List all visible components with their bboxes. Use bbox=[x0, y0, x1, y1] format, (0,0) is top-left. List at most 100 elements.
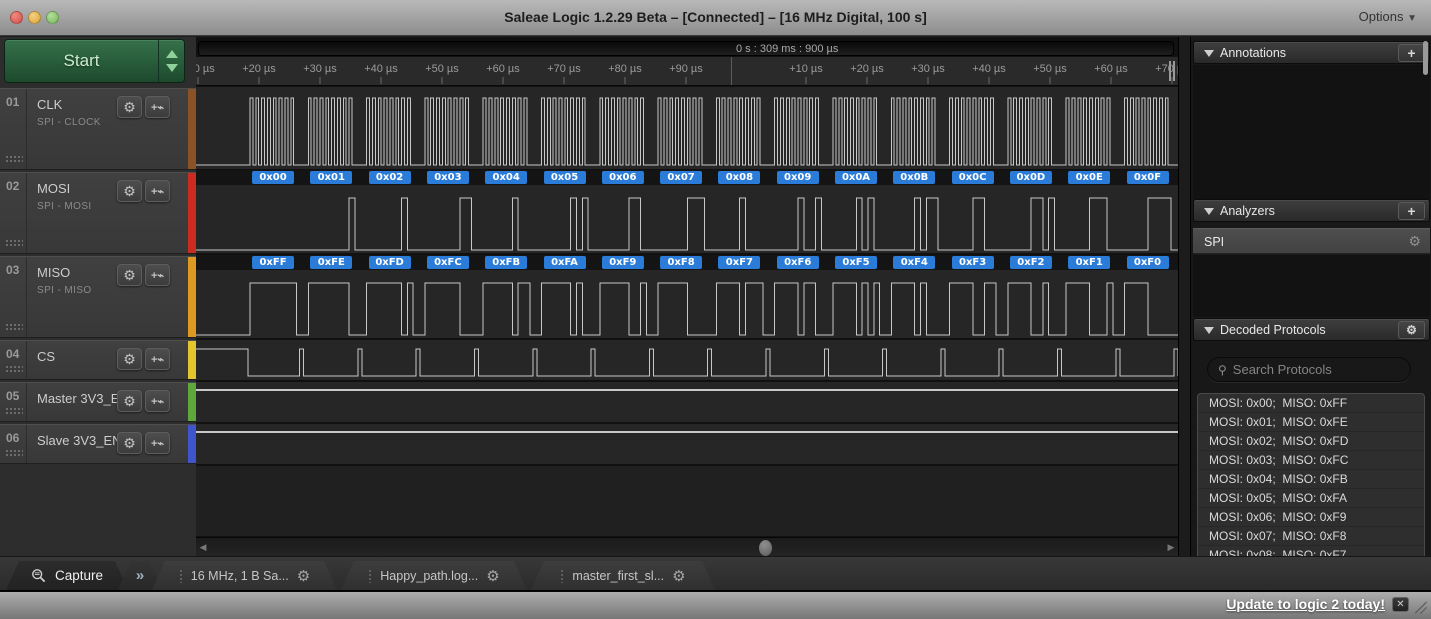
drag-grip-dots[interactable] bbox=[5, 239, 23, 246]
drag-grip-dots[interactable] bbox=[5, 155, 23, 162]
wave-row-master-3v3-en[interactable] bbox=[196, 382, 1178, 422]
add-analyzer-button[interactable]: + bbox=[1398, 202, 1425, 220]
horizontal-scrollbar[interactable]: ◀ ▶ bbox=[196, 537, 1178, 557]
decoded-row-4[interactable]: MOSI: 0x04; MISO: 0xFB bbox=[1198, 470, 1424, 489]
tab-file-1[interactable]: Happy_path.log...⚙ bbox=[341, 561, 527, 590]
channel-row-mosi[interactable]: 02MOSISPI - MOSI⚙+⌁ bbox=[0, 172, 196, 254]
mosi-byte-annotation[interactable]: 0x0C bbox=[952, 171, 994, 184]
miso-byte-annotation[interactable]: 0xF1 bbox=[1068, 256, 1110, 269]
channel-trigger-button[interactable]: +⌁ bbox=[145, 432, 170, 454]
gear-icon[interactable]: ⚙ bbox=[1408, 233, 1421, 250]
channel-row-master-3v3-en[interactable]: 05Master 3V3_EN⚙+⌁ bbox=[0, 382, 196, 422]
wave-row-mosi[interactable] bbox=[196, 185, 1178, 253]
tab-drag-grip[interactable] bbox=[179, 569, 183, 583]
miso-byte-annotation[interactable]: 0xF7 bbox=[718, 256, 760, 269]
decoded-protocols-gear-button[interactable]: ⚙ bbox=[1398, 321, 1425, 339]
timeline-ruler[interactable]: 0 s : 309 ms : 900 µs bbox=[198, 41, 1174, 56]
channel-row-cs[interactable]: 04CS⚙+⌁ bbox=[0, 340, 196, 380]
miso-byte-annotation[interactable]: 0xFE bbox=[310, 256, 352, 269]
tab-file-2[interactable]: master_first_sl...⚙ bbox=[531, 561, 715, 590]
drag-grip-dots[interactable] bbox=[5, 365, 23, 372]
decoded-protocols-section-header[interactable]: Decoded Protocols ⚙ bbox=[1193, 318, 1430, 341]
channel-settings-button[interactable]: ⚙ bbox=[117, 390, 142, 412]
miso-byte-annotation[interactable]: 0xFD bbox=[369, 256, 411, 269]
mosi-byte-annotation[interactable]: 0x00 bbox=[252, 171, 294, 184]
waveform-viewport[interactable]: 0 s : 309 ms : 900 µs +10 µs+20 µs+30 µs… bbox=[196, 37, 1178, 592]
tab-drag-grip[interactable] bbox=[560, 569, 564, 583]
channel-settings-button[interactable]: ⚙ bbox=[117, 348, 142, 370]
gear-icon[interactable]: ⚙ bbox=[672, 567, 685, 585]
miso-byte-annotation[interactable]: 0xFA bbox=[544, 256, 586, 269]
tab-file-0[interactable]: 16 MHz, 1 B Sa...⚙ bbox=[152, 561, 337, 590]
channel-row-slave-3v3-en[interactable]: 06Slave 3V3_EN⚙+⌁ bbox=[0, 424, 196, 464]
miso-byte-annotation[interactable]: 0xFF bbox=[252, 256, 294, 269]
miso-byte-annotation[interactable]: 0xFB bbox=[485, 256, 527, 269]
decoded-row-6[interactable]: MOSI: 0x06; MISO: 0xF9 bbox=[1198, 508, 1424, 527]
search-protocols-input[interactable]: ⚲ Search Protocols bbox=[1207, 357, 1411, 382]
wave-row-clk[interactable] bbox=[196, 87, 1178, 169]
update-to-logic2-link[interactable]: Update to logic 2 today! bbox=[1226, 596, 1385, 612]
channel-settings-button[interactable]: ⚙ bbox=[117, 180, 142, 202]
channel-trigger-button[interactable]: +⌁ bbox=[145, 348, 170, 370]
channel-settings-button[interactable]: ⚙ bbox=[117, 264, 142, 286]
disclosure-triangle-icon[interactable] bbox=[1204, 327, 1214, 334]
channel-settings-button[interactable]: ⚙ bbox=[117, 432, 142, 454]
mosi-byte-annotation[interactable]: 0x0E bbox=[1068, 171, 1110, 184]
miso-byte-annotation[interactable]: 0xF5 bbox=[835, 256, 877, 269]
miso-byte-annotation[interactable]: 0xF0 bbox=[1127, 256, 1169, 269]
options-menu[interactable]: Options ▼ bbox=[1359, 9, 1417, 24]
miso-byte-annotation[interactable]: 0xF2 bbox=[1010, 256, 1052, 269]
vertical-scrollbar[interactable] bbox=[1178, 37, 1190, 592]
drag-grip-dots[interactable] bbox=[5, 407, 23, 414]
mosi-byte-annotation[interactable]: 0x0F bbox=[1127, 171, 1169, 184]
tab-drag-grip[interactable] bbox=[368, 569, 372, 583]
analyzer-item-spi[interactable]: SPI ⚙ bbox=[1193, 228, 1430, 254]
analyzers-section-header[interactable]: Analyzers + bbox=[1193, 199, 1430, 222]
channel-trigger-button[interactable]: +⌁ bbox=[145, 264, 170, 286]
drag-grip-dots[interactable] bbox=[5, 449, 23, 456]
mosi-byte-annotation[interactable]: 0x0D bbox=[1010, 171, 1052, 184]
decoded-row-2[interactable]: MOSI: 0x02; MISO: 0xFD bbox=[1198, 432, 1424, 451]
mosi-byte-annotation[interactable]: 0x02 bbox=[369, 171, 411, 184]
miso-byte-annotation[interactable]: 0xF4 bbox=[893, 256, 935, 269]
channel-row-miso[interactable]: 03MISOSPI - MISO⚙+⌁ bbox=[0, 256, 196, 338]
channel-settings-button[interactable]: ⚙ bbox=[117, 96, 142, 118]
decoded-row-3[interactable]: MOSI: 0x03; MISO: 0xFC bbox=[1198, 451, 1424, 470]
resize-grip[interactable] bbox=[1415, 600, 1429, 614]
miso-byte-annotation[interactable]: 0xF6 bbox=[777, 256, 819, 269]
start-options-stepper[interactable] bbox=[158, 40, 184, 82]
close-banner-button[interactable]: ✕ bbox=[1392, 597, 1409, 612]
mosi-byte-annotation[interactable]: 0x05 bbox=[544, 171, 586, 184]
scroll-right-arrow-icon[interactable]: ▶ bbox=[1165, 541, 1177, 554]
scroll-left-arrow-icon[interactable]: ◀ bbox=[197, 541, 209, 554]
miso-byte-annotation[interactable]: 0xF9 bbox=[602, 256, 644, 269]
decoded-row-0[interactable]: MOSI: 0x00; MISO: 0xFF bbox=[1198, 394, 1424, 413]
tab-capture[interactable]: Capture bbox=[6, 561, 128, 590]
start-button[interactable]: Start bbox=[5, 40, 158, 82]
channel-trigger-button[interactable]: +⌁ bbox=[145, 390, 170, 412]
gear-icon[interactable]: ⚙ bbox=[297, 567, 310, 585]
channel-trigger-button[interactable]: +⌁ bbox=[145, 96, 170, 118]
disclosure-triangle-icon[interactable] bbox=[1204, 50, 1214, 57]
channel-trigger-button[interactable]: +⌁ bbox=[145, 180, 170, 202]
mosi-byte-annotation[interactable]: 0x09 bbox=[777, 171, 819, 184]
drag-grip-dots[interactable] bbox=[5, 323, 23, 330]
decoded-row-7[interactable]: MOSI: 0x07; MISO: 0xF8 bbox=[1198, 527, 1424, 546]
decoded-row-5[interactable]: MOSI: 0x05; MISO: 0xFA bbox=[1198, 489, 1424, 508]
miso-byte-annotation[interactable]: 0xF8 bbox=[660, 256, 702, 269]
gear-icon[interactable]: ⚙ bbox=[486, 567, 499, 585]
mosi-byte-annotation[interactable]: 0x0B bbox=[893, 171, 935, 184]
wave-row-slave-3v3-en[interactable] bbox=[196, 424, 1178, 464]
mosi-byte-annotation[interactable]: 0x08 bbox=[718, 171, 760, 184]
wave-row-cs[interactable] bbox=[196, 340, 1178, 380]
annotations-section-header[interactable]: Annotations + bbox=[1193, 41, 1430, 64]
mosi-byte-annotation[interactable]: 0x04 bbox=[485, 171, 527, 184]
mosi-byte-annotation[interactable]: 0x06 bbox=[602, 171, 644, 184]
add-annotation-button[interactable]: + bbox=[1398, 44, 1425, 62]
decoded-list-scroll-thumb[interactable] bbox=[1423, 41, 1428, 75]
mosi-byte-annotation[interactable]: 0x01 bbox=[310, 171, 352, 184]
decoded-row-1[interactable]: MOSI: 0x01; MISO: 0xFE bbox=[1198, 413, 1424, 432]
mosi-byte-annotation[interactable]: 0x03 bbox=[427, 171, 469, 184]
miso-byte-annotation[interactable]: 0xF3 bbox=[952, 256, 994, 269]
mosi-byte-annotation[interactable]: 0x0A bbox=[835, 171, 877, 184]
